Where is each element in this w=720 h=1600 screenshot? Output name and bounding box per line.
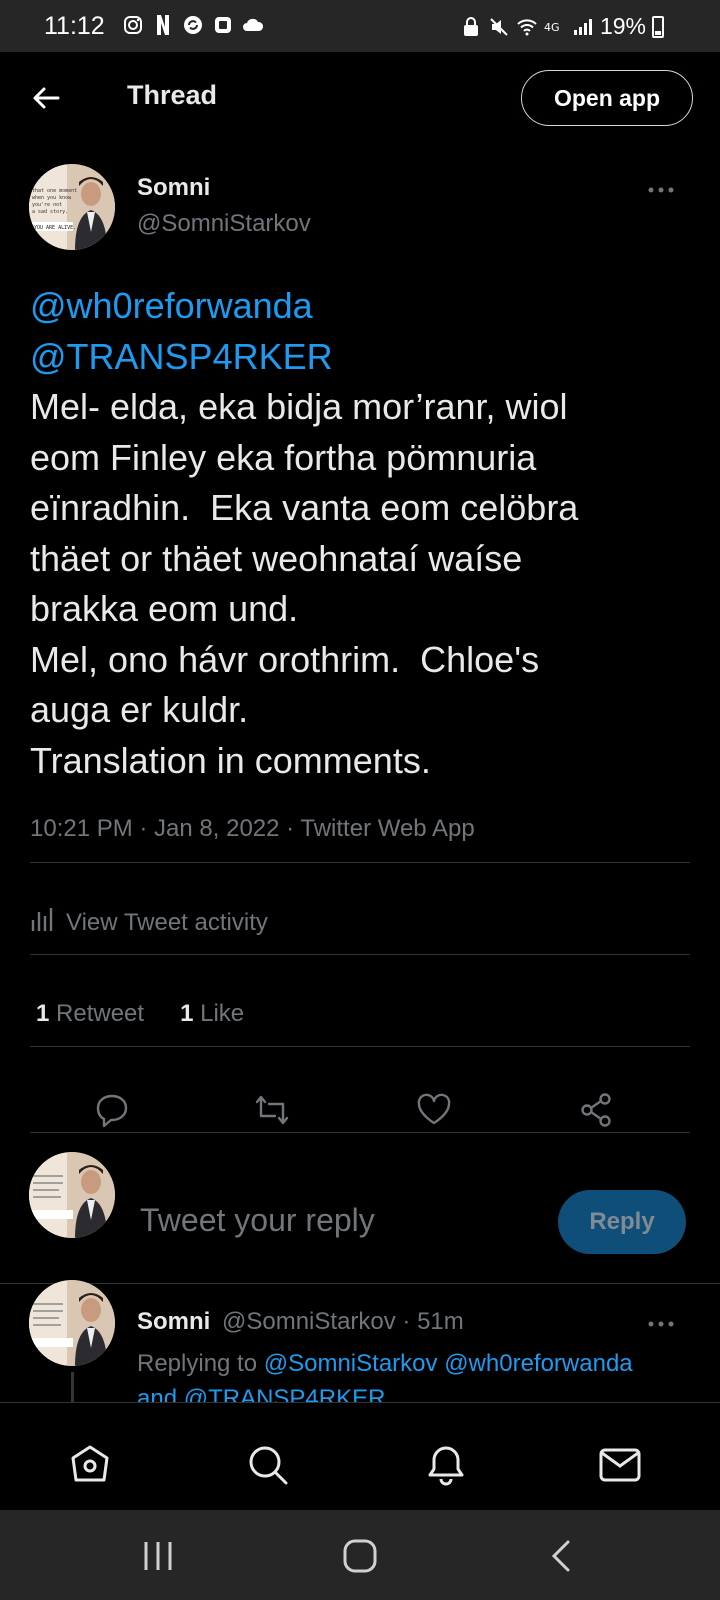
cloud-icon [242,14,264,36]
tweet-line: Translation in comments. [30,739,431,781]
tweet-text: @wh0reforwanda @TRANSP4RKER Mel- elda, e… [30,281,700,786]
mention-link[interactable]: @wh0reforwanda [30,281,700,332]
comment-author-name[interactable]: Somni [137,1308,210,1336]
avatar-text-3: you're not [32,202,62,208]
bottom-navigation [0,1402,720,1510]
reply-input[interactable]: Tweet your reply [140,1202,375,1239]
avatar-text-2: when you know [32,195,72,201]
home-button-icon[interactable] [340,1536,380,1576]
tweet-line: eïnradhin. Eka vanta eom celöbra [30,487,579,528]
tweet-timestamp: 10:21 PM · Jan 8, 2022 · Twitter Web App [30,815,475,842]
battery-percentage: 19% [599,13,646,39]
retweet-icon[interactable] [252,1090,292,1130]
divider [0,1283,720,1284]
more-options-icon[interactable] [646,182,676,193]
home-icon[interactable] [68,1443,112,1487]
comment-handle-time: @SomniStarkov · 51m [222,1308,464,1335]
retweet-label: Retweet [56,1000,145,1027]
sync-icon [182,14,204,36]
avatar-text-1: that one moment [32,188,77,194]
view-activity-link[interactable]: View Tweet activity [30,906,268,939]
tweet-line: Mel- elda, eka bidja mor’ranr, wiol [30,386,568,427]
system-icons: 4G 19% [460,13,664,40]
avatar [29,1152,115,1238]
open-app-button[interactable]: Open app [521,70,693,126]
4g-icon: 4G [544,16,566,38]
messages-mail-icon[interactable] [598,1443,642,1487]
reply-icon[interactable] [92,1090,132,1130]
avatar[interactable] [29,1280,115,1366]
status-time: 11:12 [44,12,105,40]
retweet-count-link[interactable]: 1 Retweet [36,1000,144,1028]
divider [30,954,690,955]
engagement-stats: 1 Retweet 1 Like [36,1000,244,1028]
netflix-icon [152,14,174,36]
signal-icon [572,16,594,38]
recent-apps-icon[interactable] [138,1536,178,1576]
like-icon[interactable] [414,1090,454,1130]
back-arrow-icon[interactable] [28,80,64,116]
tweet-line: eom Finley eka fortha pömnuria [30,436,537,478]
svg-text:4G: 4G [544,21,560,34]
replying-prefix: Replying to [137,1350,258,1377]
tweet-line: auga er kuldr. [30,689,249,730]
like-count: 1 [180,1000,194,1027]
like-label: Like [200,1000,245,1027]
view-activity-label: View Tweet activity [66,908,268,936]
reply-button[interactable]: Reply [558,1190,686,1254]
lock-icon [460,16,482,38]
back-button-icon[interactable] [542,1536,582,1576]
battery-icon [652,15,664,38]
app-icon [212,14,234,36]
notification-icons [122,14,264,36]
tweet-line: brakka eom und. [30,588,299,629]
avatar-text-5: YOU ARE ALIVE. [34,225,76,231]
divider [30,1132,690,1133]
avatar-text-4: a sad story. [32,209,68,215]
notifications-bell-icon[interactable] [424,1443,468,1487]
search-icon[interactable] [246,1443,290,1487]
system-navigation-bar [0,1510,720,1600]
divider [30,862,690,863]
mention-link[interactable]: @TRANSP4RKER [30,332,700,383]
page-title: Thread [127,80,218,110]
thread-connector [71,1372,74,1402]
tweet-line: thäet or thäet weohnataí waíse [30,537,523,579]
wifi-icon [516,16,538,38]
analytics-icon [30,906,54,939]
mention-link[interactable]: @SomniStarkov [264,1350,438,1377]
author-handle[interactable]: @SomniStarkov [137,210,311,238]
author-name[interactable]: Somni [137,174,210,202]
top-app-bar: Thread Open app [0,52,720,142]
avatar[interactable]: that one moment when you know you're not… [29,164,115,250]
mention-link[interactable]: @wh0reforwanda [444,1350,632,1377]
status-bar: 11:12 4G 19% [0,0,720,52]
mute-icon [488,16,510,38]
like-count-link[interactable]: 1 Like [180,1000,244,1028]
instagram-icon [122,14,144,36]
retweet-count: 1 [36,1000,50,1027]
share-icon[interactable] [576,1090,616,1130]
divider [30,1046,690,1047]
tweet-line: Mel, ono hávr orothrim. Chloe's [30,638,540,680]
more-options-icon[interactable] [646,1316,676,1327]
